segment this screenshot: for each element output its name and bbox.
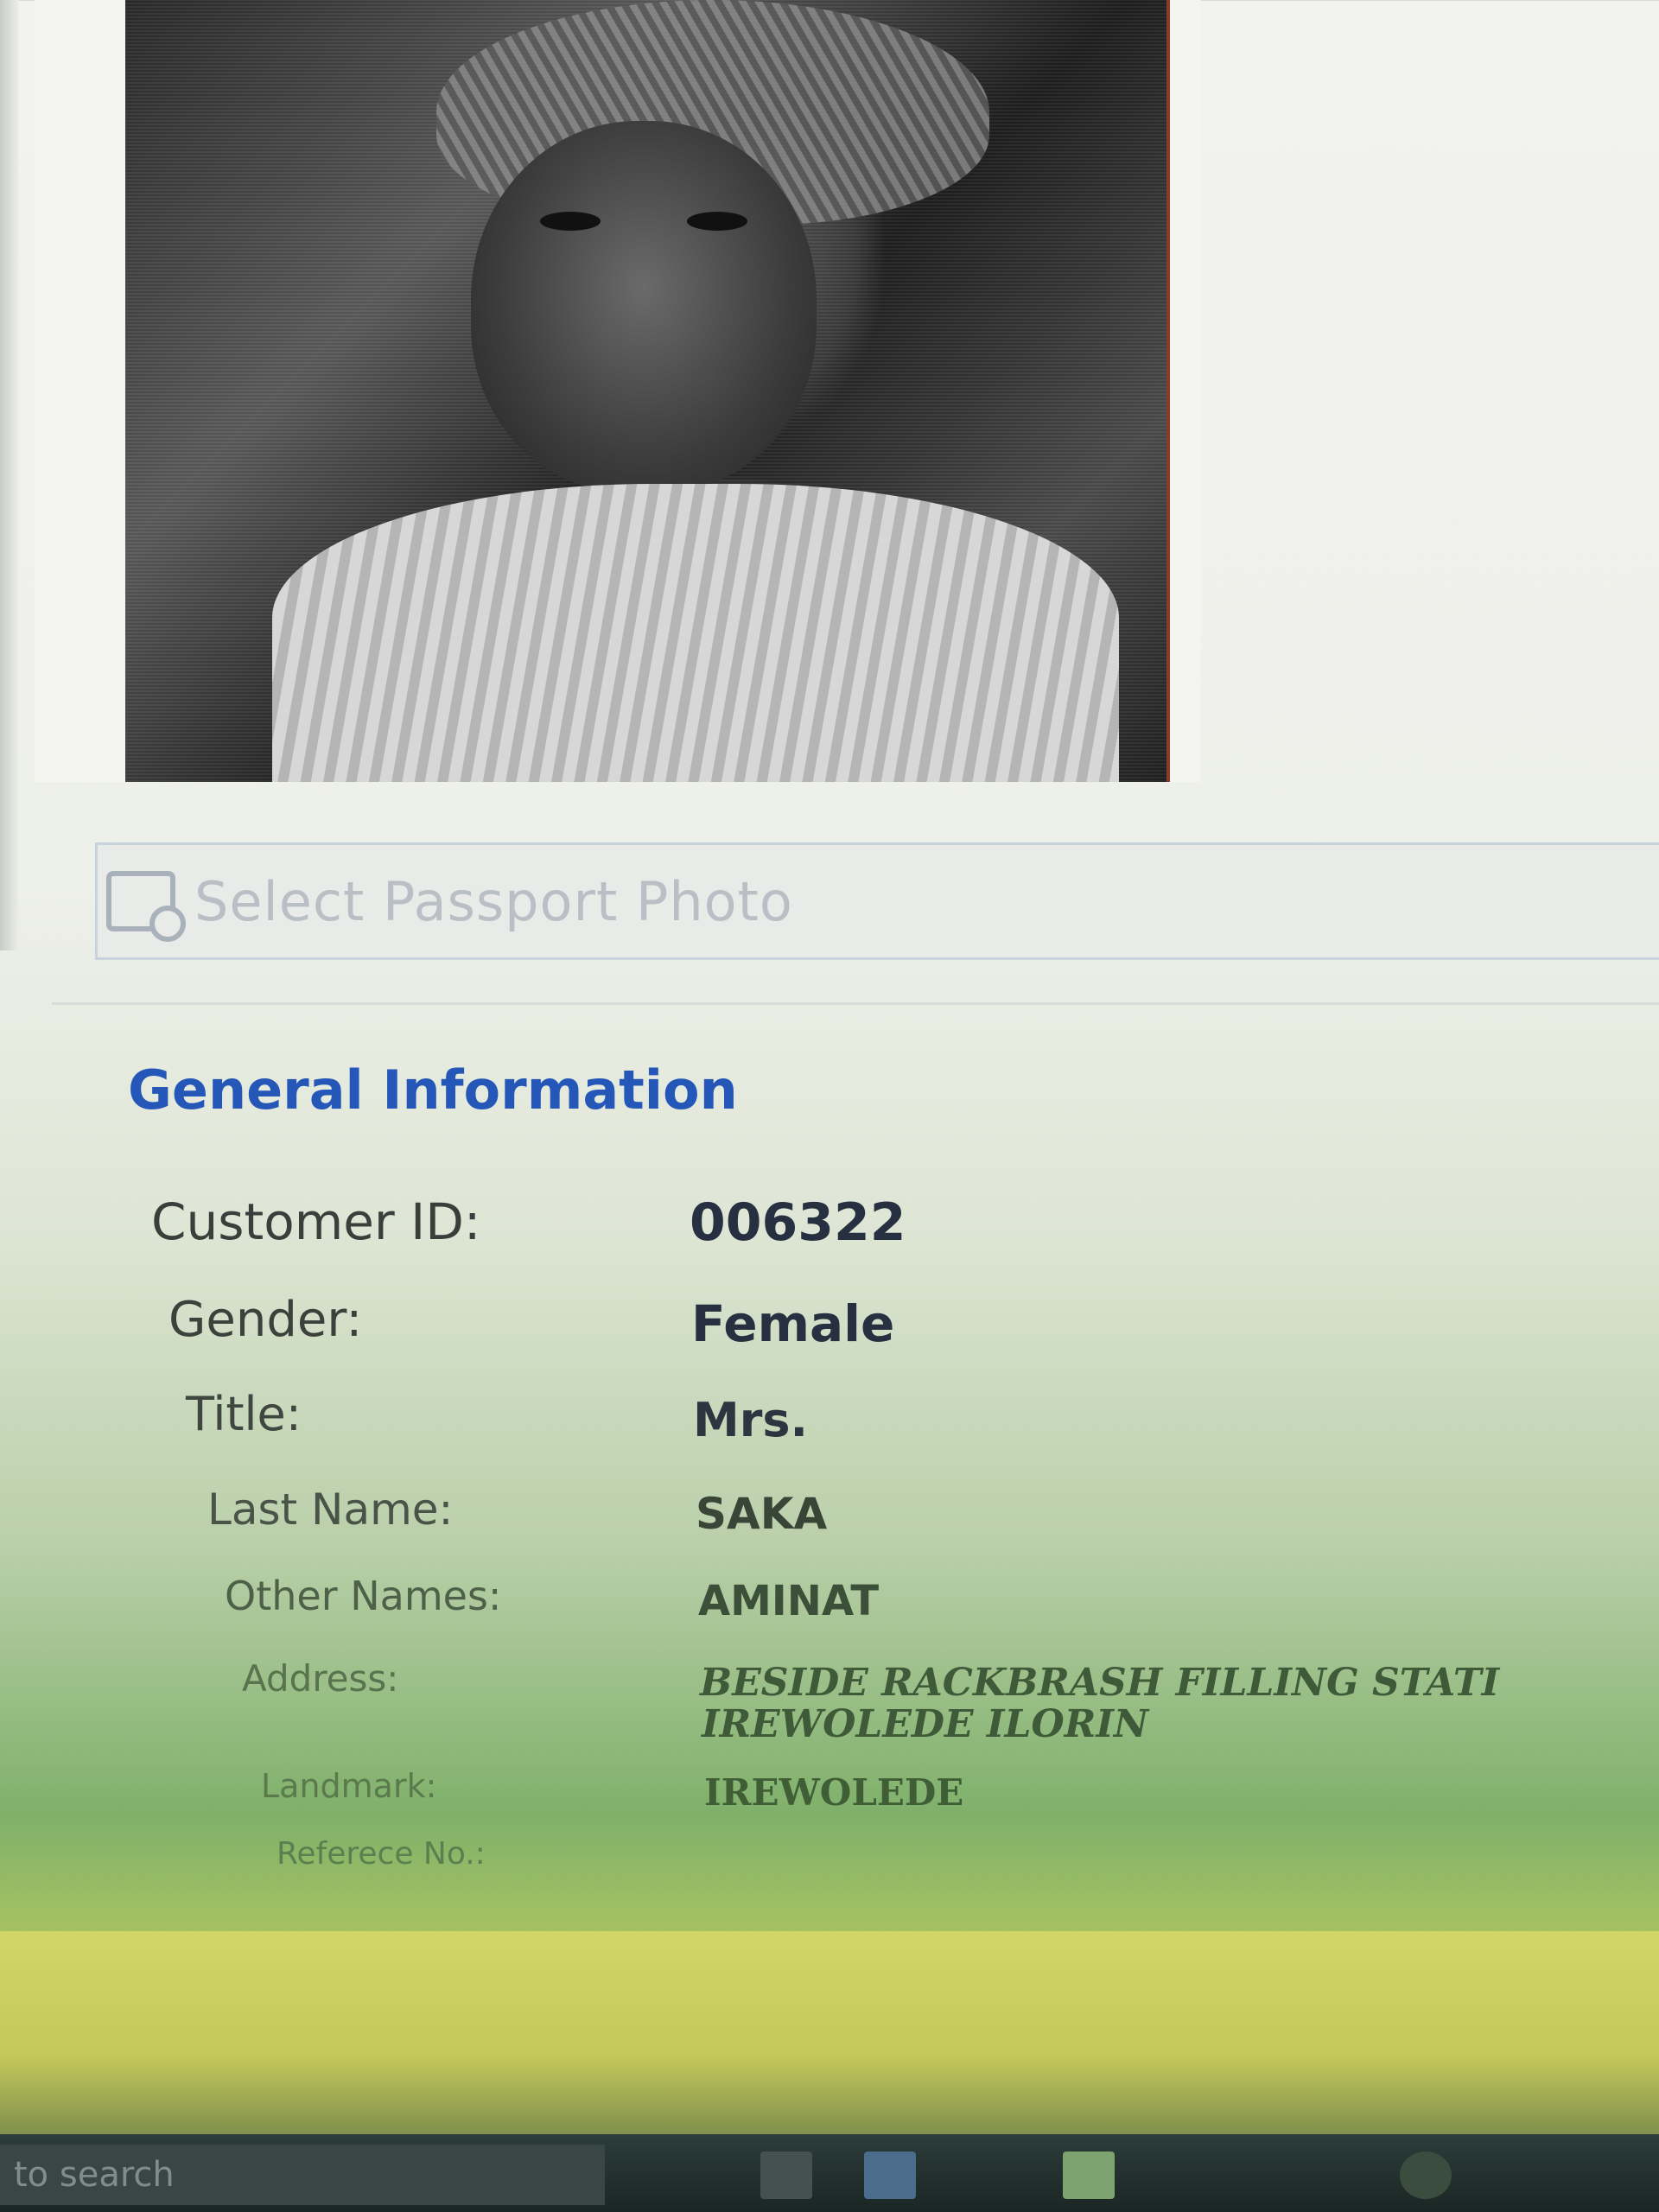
photo-select-icon xyxy=(106,871,186,942)
photo-eye-right xyxy=(687,212,747,231)
select-passport-photo-button[interactable]: Select Passport Photo xyxy=(106,862,793,942)
reference-no-label: Referece No.: xyxy=(276,1836,486,1872)
field-row-last-name: Last Name: xyxy=(207,1484,453,1535)
field-row-customer-id: Customer ID: xyxy=(151,1192,480,1251)
window-footer xyxy=(0,1931,1659,2139)
section-title-general-information: General Information xyxy=(128,1058,738,1122)
other-names-value-row: AMINAT xyxy=(698,1577,879,1625)
landmark-value: IREWOLEDE xyxy=(704,1771,964,1814)
passport-photo-frame xyxy=(35,0,1201,782)
address-value-line2: IREWOLEDE ILORIN xyxy=(702,1702,1149,1746)
last-name-value-row: SAKA xyxy=(696,1489,827,1539)
photo-eye-left xyxy=(540,212,601,231)
section-divider xyxy=(52,1002,1659,1005)
customer-id-value-row: 006322 xyxy=(690,1192,906,1253)
title-label: Title: xyxy=(186,1387,302,1441)
field-row-other-names: Other Names: xyxy=(225,1573,501,1619)
gender-value-row: Female xyxy=(691,1294,894,1353)
field-row-reference-no: Referece No.: xyxy=(276,1836,486,1872)
select-passport-photo-label: Select Passport Photo xyxy=(194,869,793,933)
field-row-gender: Gender: xyxy=(168,1292,362,1348)
window-edge xyxy=(0,0,19,950)
field-row-title: Title: xyxy=(186,1387,302,1441)
other-names-label: Other Names: xyxy=(225,1573,502,1619)
other-names-value: AMINAT xyxy=(698,1577,880,1625)
title-value: Mrs. xyxy=(693,1393,809,1447)
address-value-line1: BESIDE RACKBRASH FILLING STATI xyxy=(700,1661,1500,1705)
gender-label: Gender: xyxy=(168,1292,363,1348)
address-value-line2-row: IREWOLEDE ILORIN xyxy=(702,1702,1148,1746)
taskbar-app-icon[interactable] xyxy=(1400,2152,1452,2199)
taskbar-app-icon[interactable] xyxy=(864,2152,916,2199)
field-row-address: Address: xyxy=(242,1657,398,1700)
last-name-label: Last Name: xyxy=(207,1484,454,1535)
gender-value: Female xyxy=(691,1294,895,1353)
photo-shoulders xyxy=(272,484,1119,782)
taskbar: to search xyxy=(0,2134,1659,2212)
landmark-value-row: IREWOLEDE xyxy=(704,1771,963,1814)
general-information-panel: Customer ID: 006322 Gender: Female Title… xyxy=(130,1158,1659,1936)
taskbar-search-box[interactable]: to search xyxy=(0,2145,605,2205)
taskbar-search-placeholder: to search xyxy=(14,2155,175,2195)
photo-toolbar: Select Passport Photo xyxy=(95,842,1659,960)
address-label: Address: xyxy=(242,1657,399,1700)
taskbar-app-icon[interactable] xyxy=(760,2152,812,2199)
customer-id-label: Customer ID: xyxy=(151,1192,481,1251)
customer-id-value: 006322 xyxy=(690,1192,906,1253)
last-name-value: SAKA xyxy=(696,1489,828,1539)
photo-face xyxy=(471,121,817,493)
address-value-line1-row: BESIDE RACKBRASH FILLING STATI xyxy=(700,1661,1499,1705)
title-value-row: Mrs. xyxy=(693,1393,808,1447)
landmark-label: Landmark: xyxy=(261,1767,437,1805)
field-row-landmark: Landmark: xyxy=(261,1767,436,1805)
taskbar-app-icon[interactable] xyxy=(1063,2152,1115,2199)
app-screen: Select Passport Photo General Informatio… xyxy=(0,0,1659,2212)
passport-photo xyxy=(125,0,1170,782)
